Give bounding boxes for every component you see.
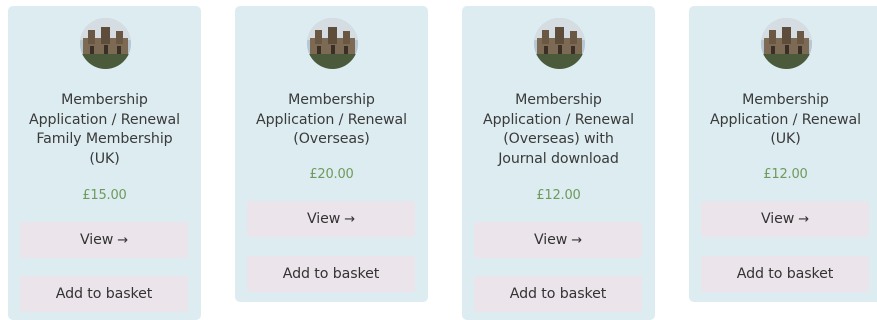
castle-photo-icon[interactable] [307,18,358,69]
view-button[interactable]: View → [247,201,415,237]
view-button[interactable]: View → [20,222,188,258]
product-title[interactable]: Membership Application / Renewal (Overse… [468,91,649,169]
add-to-basket-button[interactable]: Add to basket [701,256,869,292]
product-title[interactable]: Membership Application / Renewal Family … [14,91,195,169]
product-title[interactable]: Membership Application / Renewal (Overse… [241,91,422,150]
view-button[interactable]: View → [474,222,642,258]
product-card: Membership Application / Renewal (Overse… [462,6,655,320]
product-title-line: Application / Renewal [29,111,180,128]
product-title-line: Membership [515,92,602,108]
arrow-right-icon: → [344,212,356,227]
product-title-line: Membership [61,92,148,108]
view-button-label: View [533,232,568,248]
castle-photo-icon[interactable] [80,18,131,69]
castle-photo-icon[interactable] [761,18,812,69]
product-price: £15.00 [82,188,127,203]
add-to-basket-button[interactable]: Add to basket [20,276,188,312]
product-title-line: Application / Renewal [483,111,634,128]
product-title-line: Family Membership [36,131,173,147]
product-title-line: Application / Renewal [710,111,861,128]
product-price: £20.00 [309,167,354,182]
product-card: Membership Application / Renewal Family … [8,6,201,320]
product-card: Membership Application / Renewal (UK) £1… [689,6,877,302]
product-title[interactable]: Membership Application / Renewal (UK) [695,91,876,150]
arrow-right-icon: → [798,212,810,227]
product-title-line: (UK) [89,150,120,167]
product-title-line: Membership [742,92,829,108]
arrow-right-icon: → [571,233,583,248]
product-title-line: Application / Renewal [256,111,407,128]
product-card: Membership Application / Renewal (Overse… [235,6,428,302]
arrow-right-icon: → [117,233,129,248]
product-title-line: (Overseas) [293,131,370,147]
view-button-label: View [79,232,114,248]
view-button-label: View [306,211,341,227]
castle-photo-icon[interactable] [534,18,585,69]
view-button-label: View [760,211,795,227]
product-title-line: Membership [288,92,375,108]
add-to-basket-button[interactable]: Add to basket [247,256,415,292]
product-title-line: (UK) [770,131,801,147]
product-price: £12.00 [763,167,808,182]
product-title-line: Journal download [498,150,619,167]
product-price: £12.00 [536,188,581,203]
product-title-line: (Overseas) with [503,131,614,147]
view-button[interactable]: View → [701,201,869,237]
add-to-basket-button[interactable]: Add to basket [474,276,642,312]
